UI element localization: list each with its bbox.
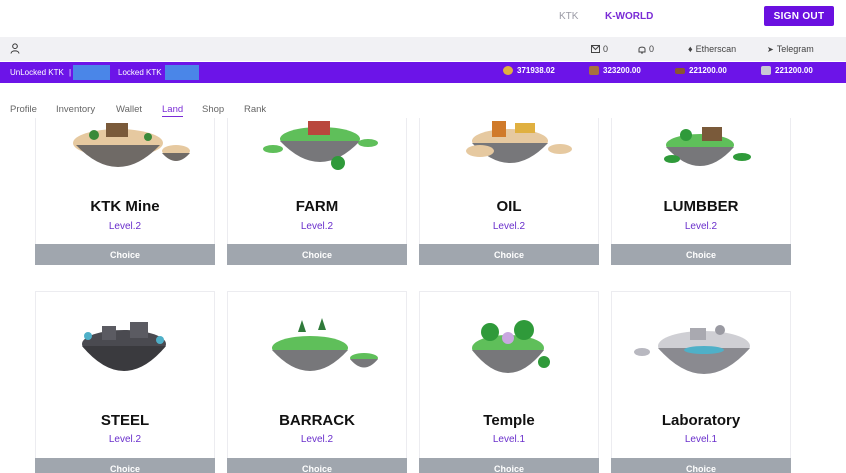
choice-button-temple[interactable]: Choice <box>419 458 599 473</box>
land-card-steel: STEEL Level.2 Choice <box>35 291 215 473</box>
tab-wallet[interactable]: Wallet <box>116 104 142 115</box>
telegram-label: Telegram <box>776 44 814 54</box>
telegram-icon: ➤ <box>767 44 774 54</box>
tab-rank[interactable]: Rank <box>244 104 266 115</box>
land-name: Temple <box>483 412 535 429</box>
land-card-laboratory: Laboratory Level.1 Choice <box>611 291 791 473</box>
etherscan-link[interactable]: ♦ Etherscan <box>688 44 736 54</box>
tab-profile[interactable]: Profile <box>10 104 37 115</box>
nav-ktk-link[interactable]: KTK <box>559 11 578 22</box>
land-name: BARRACK <box>279 412 355 429</box>
choice-button-barrack[interactable]: Choice <box>227 458 407 473</box>
stone-icon <box>761 66 771 75</box>
land-name: STEEL <box>100 412 150 429</box>
lumber-icon <box>675 67 685 74</box>
land-level: Level.1 <box>684 434 718 445</box>
crate-icon <box>589 66 599 75</box>
tab-shop[interactable]: Shop <box>202 104 224 115</box>
nav-kworld-link[interactable]: K-WORLD <box>605 11 653 22</box>
land-card-ktk-mine: KTK Mine Level.2 Choice <box>35 118 215 265</box>
land-name: Laboratory <box>661 412 741 429</box>
resource-lumber: 221200.00 <box>675 66 727 75</box>
land-level: Level.2 <box>300 221 334 232</box>
barrack-island-image <box>272 318 378 371</box>
land-card-barrack: BARRACK Level.2 Choice <box>227 291 407 473</box>
resource-stone-value: 221200.00 <box>775 66 813 75</box>
choice-button-farm[interactable]: Choice <box>227 244 407 265</box>
ktk-mine-island-image <box>73 123 190 167</box>
land-name: KTK Mine <box>90 198 160 215</box>
tab-land[interactable]: Land <box>162 104 184 117</box>
mail-count: 0 <box>603 44 609 54</box>
choice-button-oil[interactable]: Choice <box>419 244 599 265</box>
choice-button-steel[interactable]: Choice <box>35 458 215 473</box>
sign-out-button[interactable]: SIGN OUT <box>764 6 834 26</box>
top-bar: KTK K-WORLD SIGN OUT <box>0 0 846 36</box>
steel-island-image <box>82 322 166 371</box>
locked-ktk-label: Locked KTK <box>118 68 162 77</box>
bell-icon <box>638 46 646 54</box>
farm-island-image <box>263 121 378 170</box>
land-name: LUMBBER <box>663 198 739 215</box>
land-card-oil: OIL Level.2 Choice <box>419 118 599 265</box>
land-level: Level.2 <box>108 434 142 445</box>
choice-button-laboratory[interactable]: Choice <box>611 458 791 473</box>
ktk-balance-bar: UnLocked KTK | Locked KTK 371938.02 3232… <box>0 62 846 83</box>
choice-button-ktk-mine[interactable]: Choice <box>35 244 215 265</box>
land-level: Level.1 <box>492 434 526 445</box>
resource-gold: 371938.02 <box>503 66 555 75</box>
ethereum-icon: ♦ <box>688 44 693 54</box>
land-name: OIL <box>496 198 522 215</box>
tab-inventory[interactable]: Inventory <box>56 104 95 115</box>
resource-gold-value: 371938.02 <box>517 66 555 75</box>
land-grid: KTK Mine Level.2 Choice FARM Level.2 Cho… <box>0 118 846 473</box>
notification-count: 0 <box>649 44 655 54</box>
resource-lumber-value: 221200.00 <box>689 66 727 75</box>
land-level: Level.2 <box>300 434 334 445</box>
land-level: Level.2 <box>684 221 718 232</box>
temple-island-image <box>472 320 550 373</box>
unlocked-ktk-value <box>73 65 110 80</box>
land-level: Level.2 <box>108 221 142 232</box>
gold-icon <box>503 66 513 75</box>
notification-counter[interactable]: 0 <box>638 44 654 54</box>
mail-counter[interactable]: 0 <box>591 44 608 54</box>
choice-button-lumbber[interactable]: Choice <box>611 244 791 265</box>
land-card-farm: FARM Level.2 Choice <box>227 118 407 265</box>
sub-bar: 0 0 ♦ Etherscan ➤ Telegram <box>0 37 846 61</box>
resource-stone: 221200.00 <box>761 66 813 75</box>
land-card-temple: Temple Level.1 Choice <box>419 291 599 473</box>
resource-crate-value: 323200.00 <box>603 66 641 75</box>
laboratory-island-image <box>634 325 750 374</box>
unlocked-separator: | <box>69 68 72 77</box>
lumbber-island-image <box>664 127 751 166</box>
mail-icon <box>591 45 600 53</box>
oil-island-image <box>466 121 572 163</box>
land-name: FARM <box>295 198 339 215</box>
land-level: Level.2 <box>492 221 526 232</box>
telegram-link[interactable]: ➤ Telegram <box>767 44 814 54</box>
etherscan-label: Etherscan <box>695 44 737 54</box>
land-card-lumbber: LUMBBER Level.2 Choice <box>611 118 791 265</box>
locked-ktk-value <box>165 65 199 80</box>
user-icon[interactable] <box>10 43 20 54</box>
resource-crate: 323200.00 <box>589 66 641 75</box>
unlocked-ktk-label: UnLocked KTK <box>10 68 64 77</box>
